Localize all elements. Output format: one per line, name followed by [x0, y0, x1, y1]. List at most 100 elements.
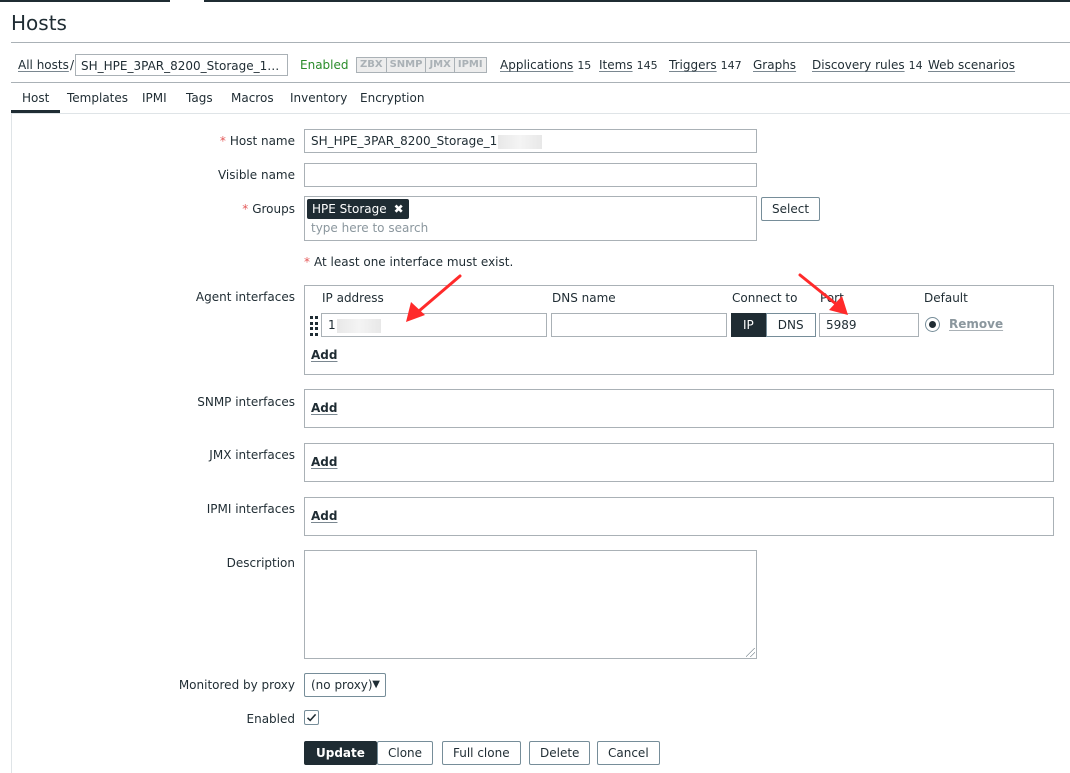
- host-name-label: * Host name: [220, 134, 295, 148]
- add-jmx-interface-link[interactable]: Add: [311, 455, 337, 469]
- host-status-enabled[interactable]: Enabled: [300, 54, 349, 76]
- required-mark: *: [304, 255, 310, 269]
- web-scenarios-link[interactable]: Web scenarios: [928, 54, 1015, 76]
- remove-interface-link[interactable]: Remove: [949, 317, 1003, 331]
- items-nav: Items 145: [599, 54, 658, 77]
- proxy-selected-value: (no proxy): [311, 678, 373, 692]
- default-header: Default: [924, 291, 968, 305]
- add-snmp-interface-link[interactable]: Add: [311, 401, 337, 415]
- ipmi-interfaces-label: IPMI interfaces: [206, 502, 295, 516]
- interface-note-text: At least one interface must exist.: [314, 255, 514, 269]
- dns-name-header: DNS name: [552, 291, 616, 305]
- triggers-nav: Triggers 147: [669, 54, 742, 77]
- zbx-badge: ZBX: [356, 57, 387, 73]
- groups-select-button[interactable]: Select: [761, 197, 821, 221]
- groups-search-placeholder[interactable]: type here to search: [311, 221, 428, 235]
- add-agent-interface-link[interactable]: Add: [311, 348, 337, 362]
- host-name-value: SH_HPE_3PAR_8200_Storage_1: [311, 134, 498, 148]
- description-textarea[interactable]: [304, 550, 757, 659]
- tab-host[interactable]: Host: [11, 84, 61, 113]
- group-chip: HPE Storage ✖: [307, 199, 409, 219]
- resize-grip-icon[interactable]: [746, 648, 755, 657]
- redacted-blur: [498, 134, 543, 149]
- tab-bar: Host Templates IPMI Tags Macros Inventor…: [11, 84, 1070, 113]
- breadcrumb-divider: [11, 82, 1070, 83]
- connect-to-toggle: IP DNS: [731, 313, 816, 337]
- items-link[interactable]: Items: [599, 58, 633, 72]
- page-title: Hosts: [11, 11, 67, 35]
- clone-button[interactable]: Clone: [377, 741, 434, 765]
- discovery-rules-count: 14: [908, 59, 923, 72]
- graphs-link[interactable]: Graphs: [753, 54, 796, 76]
- triggers-link[interactable]: Triggers: [669, 58, 717, 72]
- full-clone-button[interactable]: Full clone: [442, 741, 521, 765]
- update-button[interactable]: Update: [304, 741, 377, 765]
- top-border-gap: [170, 0, 204, 2]
- snmp-badge: SNMP: [385, 57, 427, 73]
- availability-badges: ZBX SNMP JMX IPMI: [356, 57, 487, 73]
- host-name-label-text: Host name: [229, 134, 295, 148]
- drag-handle-icon[interactable]: [310, 316, 318, 336]
- connect-to-header: Connect to: [732, 291, 798, 305]
- items-count: 145: [636, 59, 658, 72]
- group-chip-label: HPE Storage: [312, 202, 387, 216]
- visible-name-input[interactable]: [304, 163, 757, 187]
- cancel-button[interactable]: Cancel: [597, 741, 660, 765]
- redacted-blur: [336, 318, 381, 333]
- dns-name-input[interactable]: [551, 313, 727, 337]
- tab-inventory[interactable]: Inventory: [290, 84, 347, 113]
- enabled-label: Enabled: [246, 712, 296, 726]
- port-header: Port: [820, 291, 844, 305]
- visible-name-label: Visible name: [217, 168, 295, 182]
- ip-address-value: 1: [328, 318, 336, 332]
- jmx-badge: JMX: [425, 57, 455, 73]
- triggers-count: 147: [720, 59, 742, 72]
- close-icon[interactable]: ✖: [394, 202, 404, 216]
- discovery-rules-nav: Discovery rules 14: [812, 54, 923, 77]
- delete-button[interactable]: Delete: [529, 741, 591, 765]
- applications-nav: Applications 15: [500, 54, 591, 77]
- tab-macros[interactable]: Macros: [231, 84, 274, 113]
- tab-tags[interactable]: Tags: [186, 84, 213, 113]
- agent-interfaces-table: IP address DNS name Connect to Port Defa…: [304, 285, 1054, 375]
- ip-address-header: IP address: [322, 291, 384, 305]
- tab-ipmi[interactable]: IPMI: [142, 84, 167, 113]
- port-input[interactable]: 5989: [819, 313, 919, 337]
- breadcrumb: All hosts / SH_HPE_3PAR_8200_Storage_1… …: [11, 54, 1070, 76]
- ipmi-interfaces-table: Add: [304, 497, 1054, 536]
- proxy-select[interactable]: (no proxy) ▼: [304, 673, 386, 697]
- groups-label-text: Groups: [252, 202, 295, 216]
- current-host-crumb[interactable]: SH_HPE_3PAR_8200_Storage_1…: [75, 54, 288, 76]
- required-mark: *: [219, 134, 226, 148]
- default-interface-radio[interactable]: [925, 317, 940, 332]
- applications-count: 15: [577, 59, 592, 72]
- add-ipmi-interface-link[interactable]: Add: [311, 509, 337, 523]
- proxy-label: Monitored by proxy: [178, 678, 295, 692]
- discovery-rules-link[interactable]: Discovery rules: [812, 58, 905, 72]
- ipmi-badge: IPMI: [453, 57, 487, 73]
- groups-label: * Groups: [242, 202, 295, 216]
- interface-requirement-note: * At least one interface must exist.: [304, 255, 513, 269]
- tab-templates[interactable]: Templates: [67, 84, 128, 113]
- breadcrumb-separator: /: [70, 58, 75, 72]
- checkmark-icon: [306, 713, 317, 722]
- top-border: [0, 0, 1070, 2]
- all-hosts-link[interactable]: All hosts: [18, 54, 69, 76]
- connect-ip-option[interactable]: IP: [731, 313, 766, 337]
- jmx-interfaces-table: Add: [304, 443, 1054, 482]
- enabled-checkbox[interactable]: [304, 710, 319, 725]
- connect-dns-option[interactable]: DNS: [765, 313, 816, 337]
- required-mark: *: [242, 202, 249, 216]
- description-label: Description: [226, 556, 295, 570]
- applications-link[interactable]: Applications: [500, 58, 573, 72]
- snmp-interfaces-table: Add: [304, 389, 1054, 428]
- title-divider: [11, 42, 1070, 43]
- chevron-down-icon: ▼: [372, 679, 380, 690]
- jmx-interfaces-label: JMX interfaces: [209, 448, 295, 462]
- host-name-input[interactable]: SH_HPE_3PAR_8200_Storage_1: [304, 129, 757, 153]
- snmp-interfaces-label: SNMP interfaces: [197, 395, 295, 409]
- tab-encryption[interactable]: Encryption: [360, 84, 424, 113]
- groups-multiselect[interactable]: HPE Storage ✖ type here to search: [304, 196, 757, 241]
- agent-interfaces-label: Agent interfaces: [195, 290, 295, 304]
- ip-address-input[interactable]: 1: [321, 313, 547, 337]
